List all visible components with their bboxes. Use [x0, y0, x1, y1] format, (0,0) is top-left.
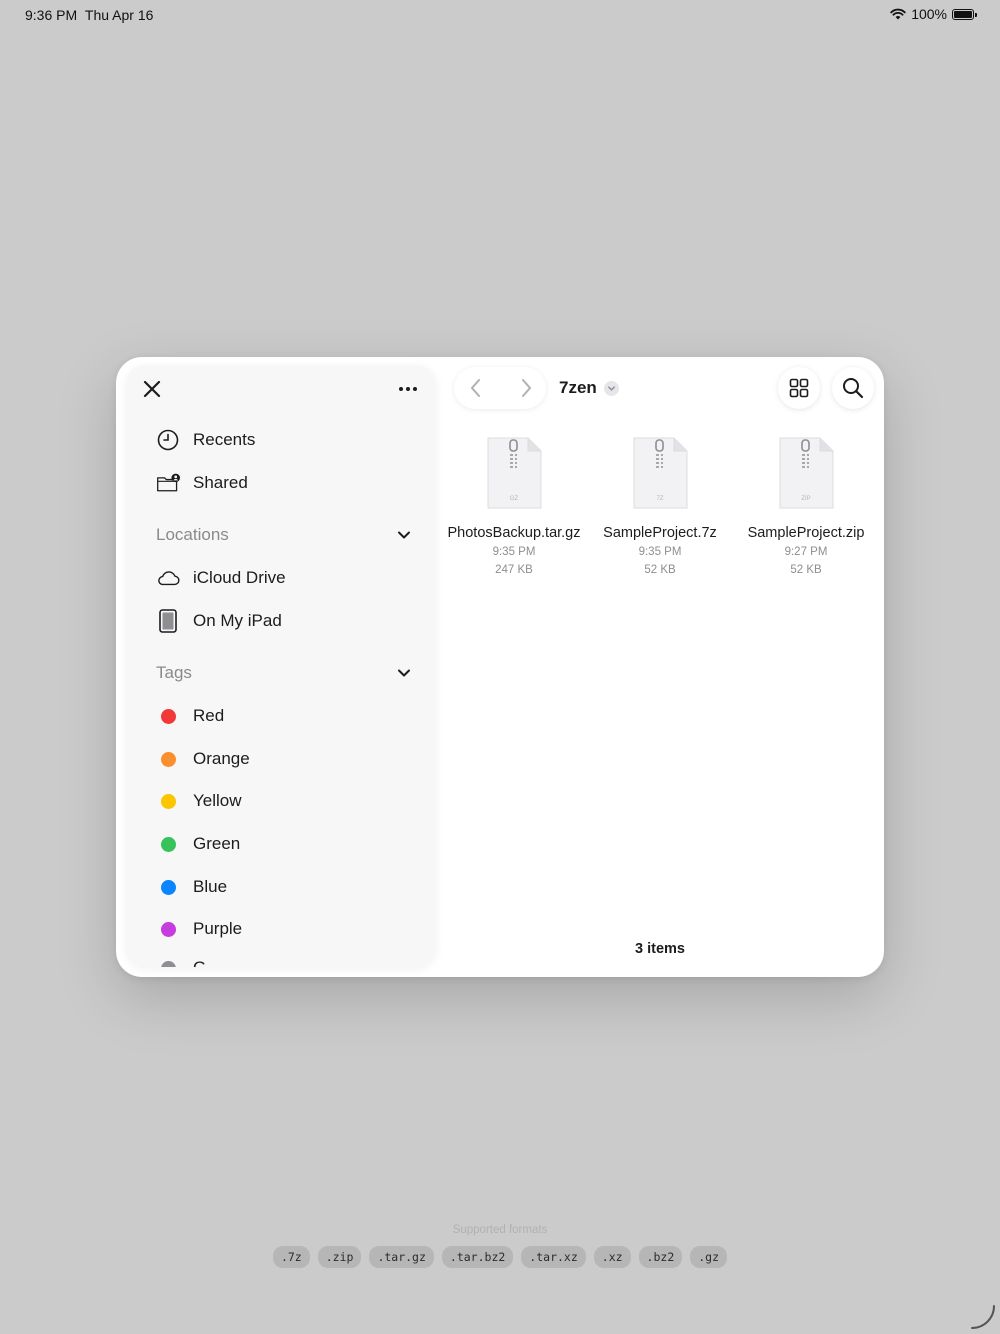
status-right: 100%: [890, 6, 977, 22]
tag-color-dot: [160, 836, 176, 852]
sidebar-item-label: On My iPad: [193, 611, 282, 630]
forward-icon[interactable]: [514, 376, 538, 400]
format-chip: .zip: [317, 1246, 362, 1268]
battery-percent: 100%: [911, 6, 947, 22]
sidebar-tag-red[interactable]: Red: [156, 699, 224, 733]
sidebar-tag-orange[interactable]: Orange: [156, 742, 250, 776]
sidebar-item-label: iCloud Drive: [193, 568, 286, 587]
sidebar-item-label: Blue: [193, 877, 228, 896]
locations-header[interactable]: Locations: [156, 520, 411, 550]
clock-icon: [156, 428, 180, 452]
sidebar-item-label: G: [193, 958, 206, 967]
tag-color-dot: [160, 793, 176, 809]
formats-label: Supported formats: [452, 1224, 548, 1236]
tags-header-label: Tags: [156, 663, 192, 682]
chevron-down-icon: [603, 380, 619, 396]
folder-title: 7zen: [559, 378, 597, 397]
sidebar-item-label: Purple: [193, 919, 243, 938]
file-size: 52 KB: [790, 564, 822, 576]
format-chip: .bz2: [638, 1246, 683, 1268]
tag-color-dot: [160, 960, 176, 967]
file-ext-label: ZIP: [801, 496, 810, 502]
format-chip: .tar.gz: [369, 1246, 434, 1268]
file-name: SampleProject.zip: [747, 525, 865, 541]
file-size: 247 KB: [495, 564, 533, 576]
chevron-down-icon: [398, 531, 410, 539]
file-ext-label: 7Z: [656, 496, 663, 502]
format-chip: .7z: [272, 1246, 310, 1268]
file-picker-modal: Recents Shared Locations iCloud Drive On…: [116, 357, 884, 977]
file-name: SampleProject.7z: [603, 525, 717, 541]
sidebar-item-on-my-ipad[interactable]: On My iPad: [156, 604, 282, 638]
ipad-icon: [156, 609, 180, 633]
sidebar-tag-green[interactable]: Green: [156, 827, 240, 861]
sidebar-item-icloud-drive[interactable]: iCloud Drive: [156, 561, 286, 595]
tag-color-dot: [160, 751, 176, 767]
sidebar-item-label: Orange: [193, 749, 250, 768]
file-time: 9:27 PM: [784, 546, 828, 558]
status-time: 9:36 PM Thu Apr 16: [25, 7, 153, 23]
status-date-text: Thu Apr 16: [84, 7, 154, 23]
archive-file-icon: ZIP: [779, 437, 834, 509]
format-chip: .tar.bz2: [441, 1246, 514, 1268]
resize-corner-icon[interactable]: [970, 1304, 996, 1330]
wifi-icon: [890, 8, 906, 20]
locations-header-label: Locations: [156, 525, 229, 544]
sidebar-item-label: Yellow: [193, 791, 242, 810]
status-time-text: 9:36 PM: [25, 7, 78, 23]
sidebar-tag-gray[interactable]: G: [156, 951, 206, 967]
tag-color-dot: [160, 879, 176, 895]
file-time: 9:35 PM: [638, 546, 682, 558]
file-ext-label: GZ: [510, 496, 519, 502]
search-button[interactable]: [832, 367, 874, 409]
file-item[interactable]: 7Z SampleProject.7z 9:35 PM 52 KB: [590, 437, 730, 579]
sidebar-item-shared[interactable]: Shared: [156, 466, 248, 500]
status-bar: 9:36 PM Thu Apr 16 100%: [0, 0, 1000, 32]
battery-icon: [952, 8, 977, 20]
back-icon[interactable]: [464, 376, 488, 400]
view-mode-button[interactable]: [778, 367, 820, 409]
sidebar-item-recents[interactable]: Recents: [156, 423, 255, 457]
sidebar-tag-purple[interactable]: Purple: [156, 912, 242, 946]
sidebar-item-label: Green: [193, 834, 241, 853]
formats-list: .7z .zip .tar.gz .tar.bz2 .tar.xz .xz .b…: [0, 1246, 1000, 1268]
folder-title-menu[interactable]: 7zen: [559, 378, 619, 398]
search-icon: [843, 378, 864, 399]
file-name: PhotosBackup.tar.gz: [447, 525, 581, 541]
sidebar-item-label: Shared: [193, 473, 248, 492]
navigation-pill: [454, 367, 546, 409]
tags-header[interactable]: Tags: [156, 658, 411, 688]
file-size: 52 KB: [644, 564, 676, 576]
sidebar-item-label: Recents: [193, 430, 256, 449]
archive-file-icon: GZ: [487, 437, 542, 509]
tag-color-dot: [160, 708, 176, 724]
file-time: 9:35 PM: [492, 546, 536, 558]
cloud-icon: [156, 566, 180, 590]
format-chip: .gz: [690, 1246, 728, 1268]
file-item[interactable]: GZ PhotosBackup.tar.gz 9:35 PM 247 KB: [444, 437, 584, 579]
sidebar: Recents Shared Locations iCloud Drive On…: [126, 365, 436, 967]
format-chip: .tar.xz: [521, 1246, 586, 1268]
file-item[interactable]: ZIP SampleProject.zip 9:27 PM 52 KB: [736, 437, 876, 579]
sidebar-item-label: Red: [193, 706, 225, 725]
sidebar-tag-blue[interactable]: Blue: [156, 870, 227, 904]
shared-folder-icon: [156, 471, 180, 495]
items-count: 3 items: [635, 941, 685, 957]
more-icon[interactable]: [394, 377, 422, 401]
close-icon[interactable]: [140, 377, 164, 401]
tag-color-dot: [160, 921, 176, 937]
archive-file-icon: 7Z: [633, 437, 688, 509]
grid-icon: [789, 378, 809, 398]
format-chip: .xz: [593, 1246, 631, 1268]
chevron-down-icon: [398, 669, 410, 677]
sidebar-tag-yellow[interactable]: Yellow: [156, 784, 242, 818]
